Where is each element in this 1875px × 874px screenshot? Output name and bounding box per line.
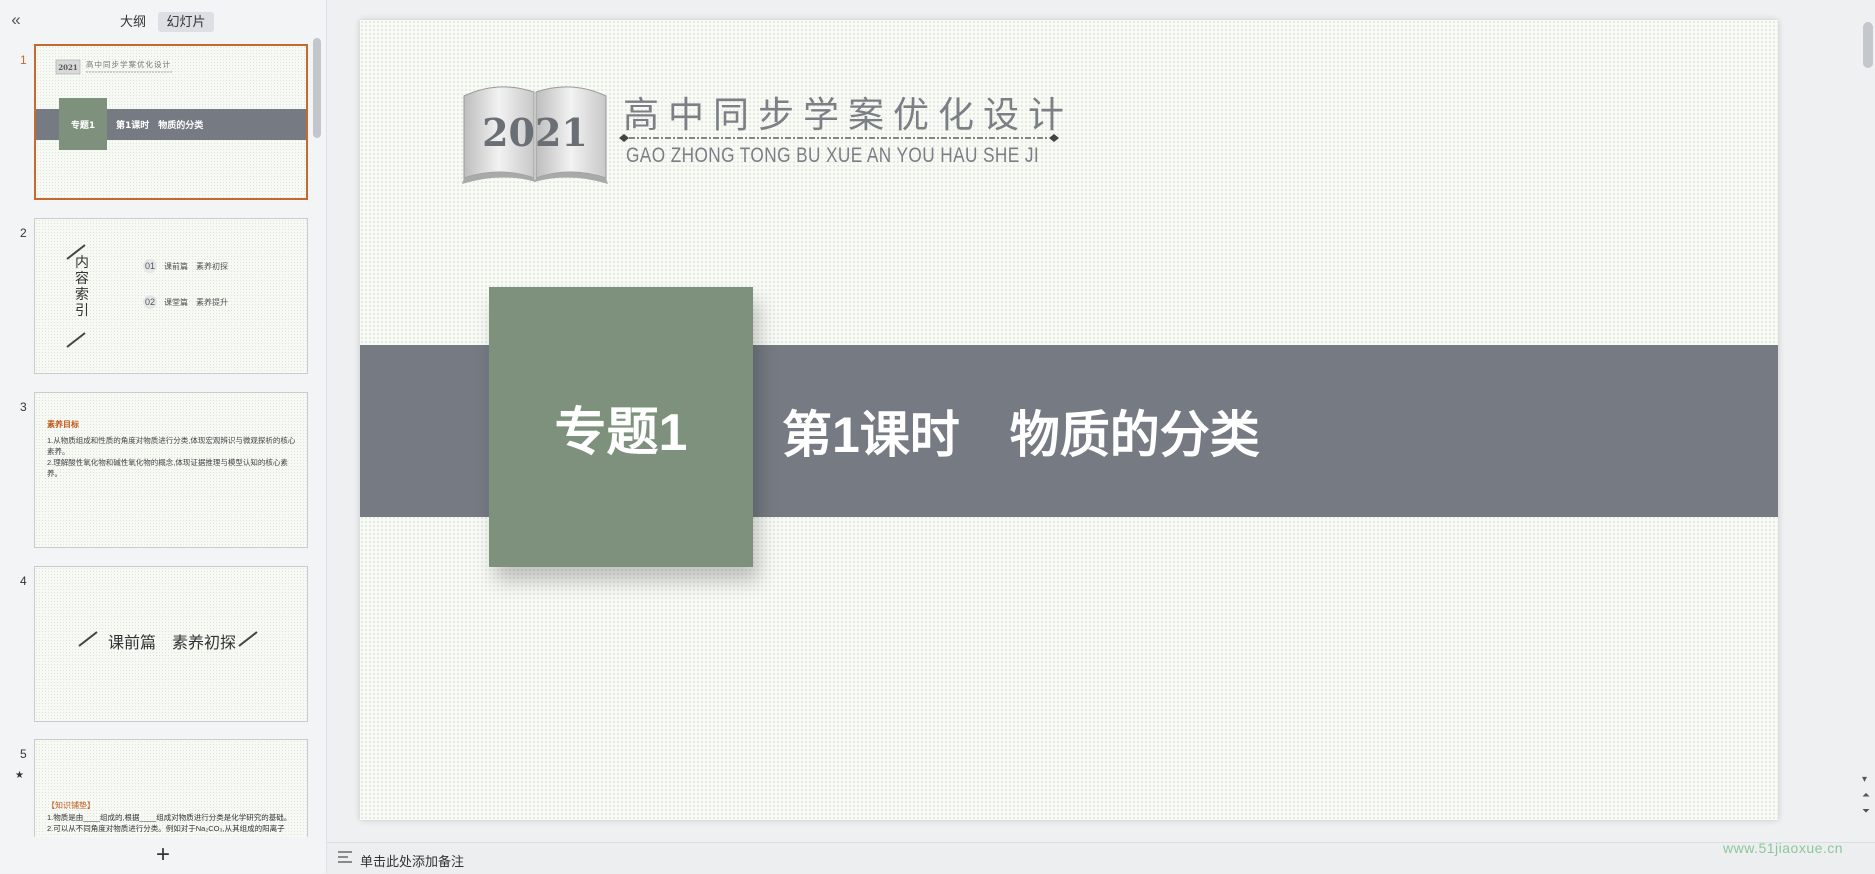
thumbnail-1-graphic: 2021 高中同步学案优化设计 专题1 第1课时 物质的分类 <box>36 59 306 150</box>
slide-number: 2 <box>20 226 27 240</box>
prev-slide-icon[interactable]: ⏶ <box>1862 790 1870 801</box>
vertical-scrollbar[interactable] <box>1858 14 1872 834</box>
slide-number: 4 <box>20 574 27 588</box>
thumb3-body: 1.从物质组成和性质的角度对物质进行分类,体现宏观辨识与微观探析的核心素养。 2… <box>47 435 297 479</box>
star-icon: ★ <box>15 770 24 781</box>
thumb1-lesson: 第1课时 物质的分类 <box>116 119 204 131</box>
slide-canvas[interactable]: 2021 高中同步学案优化设计 GAO ZHONG TONG BU XUE AN… <box>360 20 1778 820</box>
topic-label: 专题1 <box>554 404 688 462</box>
thumb5-line: 2.可以从不同角度对物质进行分类。例如对于Na₂CO₃,从其组成的阳离子 <box>47 824 285 833</box>
slide-number: 1 <box>20 53 27 67</box>
thumb2-num: 01 <box>143 259 157 273</box>
thumb5-title: 【知识铺垫】 <box>47 801 95 810</box>
thumbnail-scrollbar[interactable] <box>313 38 321 138</box>
thumb5-line: 1.物质是由____组成的,根据____组成对物质进行分类是化学研究的基础。 <box>47 813 292 822</box>
site-watermark: www.51jiaoxue.cn <box>1723 840 1844 856</box>
slide-series-title: 高中同步学案优化设计 <box>623 95 1074 136</box>
slide-thumbnail-panel: « 大纲 幻灯片 1 2021 高中同步学案优化设计 专题1 第1课时 物质的分… <box>0 0 327 873</box>
notes-icon <box>338 851 352 863</box>
slide-thumbnail-1[interactable]: 2021 高中同步学案优化设计 专题1 第1课时 物质的分类 <box>34 44 308 200</box>
thumbnail-list: 1 2021 高中同步学案优化设计 专题1 第1课时 物质的分类 2 内容索引 … <box>0 40 326 837</box>
title-divider <box>619 134 1059 142</box>
thumb3-line: 1.从物质组成和性质的角度对物质进行分类,体现宏观辨识与微观探析的核心素养。 <box>47 436 296 456</box>
scroll-down-arrow-icon[interactable]: ▾ <box>1862 774 1867 785</box>
vertical-scrollbar-thumb[interactable] <box>1863 22 1873 68</box>
next-slide-icon[interactable]: ⏷ <box>1862 806 1870 817</box>
slide-year: 2021 <box>482 110 588 155</box>
thumb2-item: 课前篇 素养初探 <box>164 262 228 271</box>
notes-placeholder[interactable]: 单击此处添加备注 <box>360 851 464 870</box>
thumb1-year: 2021 <box>58 63 78 72</box>
thumb2-index-title: 内容索引 <box>75 255 89 319</box>
slide-series-pinyin: GAO ZHONG TONG BU XUE AN YOU HAU SHE JI <box>626 144 1040 167</box>
tab-outline[interactable]: 大纲 <box>112 12 154 32</box>
thumb2-num: 02 <box>143 295 157 309</box>
slide-thumbnail-4[interactable]: 课前篇 素养初探 <box>34 566 308 722</box>
thumb1-tag: 专题1 <box>71 119 95 131</box>
thumb5-body: 1.物质是由____组成的,根据____组成对物质进行分类是化学研究的基础。 2… <box>47 812 303 834</box>
add-slide-icon[interactable]: + <box>151 843 175 867</box>
collapse-panel-icon[interactable]: « <box>6 10 26 30</box>
thumb3-title: 素养目标 <box>47 420 79 429</box>
tab-slides[interactable]: 幻灯片 <box>158 12 214 32</box>
slide-thumbnail-2[interactable]: 内容索引 01 课前篇 素养初探 02 课堂篇 素养提升 <box>34 218 308 374</box>
slide-thumbnail-3[interactable]: 素养目标 1.从物质组成和性质的角度对物质进行分类,体现宏观辨识与微观探析的核心… <box>34 392 308 548</box>
slide-number: 3 <box>20 400 27 414</box>
notes-bar[interactable]: 单击此处添加备注 <box>327 842 1875 874</box>
thumb1-title: 高中同步学案优化设计 <box>86 59 171 69</box>
slide-thumbnail-5[interactable]: 【知识铺垫】 1.物质是由____组成的,根据____组成对物质进行分类是化学研… <box>34 739 308 837</box>
lesson-title: 第1课时 物质的分类 <box>782 407 1260 463</box>
book-icon: 2021 <box>462 86 608 184</box>
thumb4-label: 课前篇 素养初探 <box>107 633 236 652</box>
slide-number: 5 <box>20 747 27 761</box>
thumb3-line: 2.理解酸性氧化物和碱性氧化物的概念,体现证据推理与模型认知的核心素养。 <box>47 458 288 478</box>
thumb2-item: 课堂篇 素养提升 <box>164 298 228 307</box>
